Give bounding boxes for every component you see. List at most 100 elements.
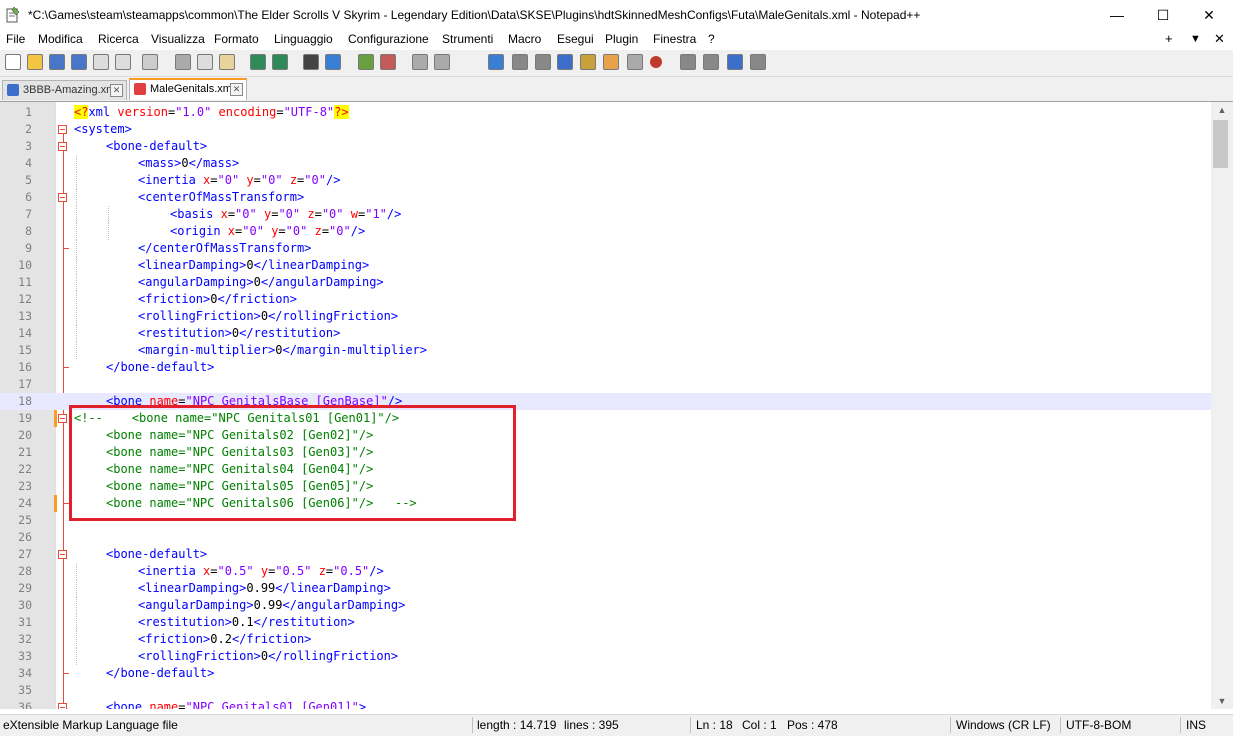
code-line[interactable]: 33 <rollingFriction>0</rollingFriction> [0,648,1211,665]
tab-list-dropdown[interactable]: ▼ [1190,33,1201,45]
indent-guide-icon[interactable] [535,54,551,70]
menu-plugin[interactable]: Plugin [605,32,638,46]
code-line[interactable]: 32 <friction>0.2</friction> [0,631,1211,648]
code-line[interactable]: 1 <?xml version="1.0" encoding="UTF-8"?> [0,104,1211,121]
code-line[interactable]: 28 <inertia x="0.5" y="0.5" z="0.5"/> [0,563,1211,580]
menu-formato[interactable]: Formato [214,32,259,46]
new-file-icon[interactable] [5,54,21,70]
document-map-icon[interactable] [557,54,573,70]
close-icon[interactable] [93,54,109,70]
copy-icon[interactable] [197,54,213,70]
record-macro-icon[interactable] [650,56,662,68]
menu-help[interactable]: ? [708,32,715,46]
close-tab-icon[interactable]: ✕ [110,84,123,97]
menu-configurazione[interactable]: Configurazione [348,32,429,46]
new-tab-button[interactable]: + [1165,31,1173,46]
scroll-down-arrow-icon[interactable]: ▼ [1211,693,1233,709]
vertical-scrollbar[interactable]: ▲ ▼ [1211,102,1233,709]
code-line[interactable]: 13 <rollingFriction>0</rollingFriction> [0,308,1211,325]
status-encoding[interactable]: UTF-8-BOM [1066,718,1131,732]
menu-bar: File Modifica Ricerca Visualizza Formato… [0,30,1233,50]
menu-modifica[interactable]: Modifica [38,32,83,46]
scrollbar-thumb[interactable] [1213,120,1228,168]
menu-linguaggio[interactable]: Linguaggio [274,32,333,46]
stop-macro-icon[interactable] [680,54,696,70]
code-line[interactable]: 2 <system> [0,121,1211,138]
code-text: <linearDamping>0.99</linearDamping> [138,581,391,595]
minimize-button[interactable]: — [1094,0,1140,30]
scroll-up-arrow-icon[interactable]: ▲ [1211,102,1233,118]
code-line[interactable]: 26 [0,529,1211,546]
line-number: 28 [18,564,32,578]
code-line[interactable]: 14 <restitution>0</restitution> [0,325,1211,342]
run-macro-multiple-icon[interactable] [727,54,743,70]
paste-icon[interactable] [219,54,235,70]
code-line[interactable]: 29 <linearDamping>0.99</linearDamping> [0,580,1211,597]
menu-esegui[interactable]: Esegui [557,32,594,46]
status-column: Col : 1 [742,718,777,732]
code-line[interactable]: 35 [0,682,1211,699]
open-file-icon[interactable] [27,54,43,70]
line-number: 27 [18,547,32,561]
editor-area[interactable]: 1 <?xml version="1.0" encoding="UTF-8"?> 2… [0,102,1211,709]
undo-icon[interactable] [250,54,266,70]
maximize-button[interactable]: ☐ [1140,0,1186,30]
code-line[interactable]: 17 [0,376,1211,393]
save-all-icon[interactable] [71,54,87,70]
show-all-chars-icon[interactable] [512,54,528,70]
function-list-icon[interactable] [580,54,596,70]
menu-ricerca[interactable]: Ricerca [98,32,139,46]
code-line[interactable]: 10 <linearDamping>0</linearDamping> [0,257,1211,274]
tab-malegenitals[interactable]: MaleGenitals.xml ✕ [129,78,247,100]
code-line[interactable]: 3 <bone-default> [0,138,1211,155]
print-icon[interactable] [142,54,158,70]
save-icon[interactable] [49,54,65,70]
code-line[interactable]: 9 </centerOfMassTransform> [0,240,1211,257]
code-line[interactable]: 27 <bone-default> [0,546,1211,563]
close-window-button[interactable]: ✕ [1186,0,1232,30]
code-line[interactable]: 12 <friction>0</friction> [0,291,1211,308]
folder-as-workspace-icon[interactable] [603,54,619,70]
menu-strumenti[interactable]: Strumenti [442,32,493,46]
close-document-button[interactable]: ✕ [1214,31,1225,47]
word-wrap-icon[interactable] [488,54,504,70]
tab-3bbb-amazing[interactable]: 3BBB-Amazing.xml ✕ [2,80,127,100]
code-line[interactable]: 16 </bone-default> [0,359,1211,376]
save-macro-icon[interactable] [750,54,766,70]
code-line[interactable]: 15 <margin-multiplier>0</margin-multiplie… [0,342,1211,359]
code-line[interactable]: 6 <centerOfMassTransform> [0,189,1211,206]
line-number: 15 [18,343,32,357]
replace-icon[interactable] [325,54,341,70]
code-line[interactable]: 36 <bone name="NPC Genitals01 [Gen01]"> [0,699,1211,709]
zoom-in-icon[interactable] [358,54,374,70]
indent-guide [76,155,77,172]
close-tab-icon[interactable]: ✕ [230,83,243,96]
menu-macro[interactable]: Macro [508,32,541,46]
status-insert-mode[interactable]: INS [1186,718,1206,732]
indent-guide [76,308,77,325]
find-icon[interactable] [303,54,319,70]
sync-vertical-icon[interactable] [412,54,428,70]
zoom-out-icon[interactable] [380,54,396,70]
menu-file[interactable]: File [6,32,25,46]
redo-icon[interactable] [272,54,288,70]
code-line[interactable]: 8 <origin x="0" y="0" z="0"/> [0,223,1211,240]
cut-icon[interactable] [175,54,191,70]
menu-visualizza[interactable]: Visualizza [151,32,205,46]
status-eol[interactable]: Windows (CR LF) [956,718,1051,732]
code-line[interactable]: 11 <angularDamping>0</angularDamping> [0,274,1211,291]
line-number: 5 [25,173,32,187]
menu-finestra[interactable]: Finestra [653,32,696,46]
code-line[interactable]: 4 <mass>0</mass> [0,155,1211,172]
sync-horizontal-icon[interactable] [434,54,450,70]
code-line[interactable]: 30 <angularDamping>0.99</angularDamping> [0,597,1211,614]
code-line[interactable]: 34 </bone-default> [0,665,1211,682]
close-all-icon[interactable] [115,54,131,70]
monitoring-icon[interactable] [627,54,643,70]
code-line[interactable]: 31 <restitution>0.1</restitution> [0,614,1211,631]
play-macro-icon[interactable] [703,54,719,70]
line-number: 29 [18,581,32,595]
indent-guide [76,563,77,580]
code-line[interactable]: 7 <basis x="0" y="0" z="0" w="1"/> [0,206,1211,223]
code-line[interactable]: 5 <inertia x="0" y="0" z="0"/> [0,172,1211,189]
